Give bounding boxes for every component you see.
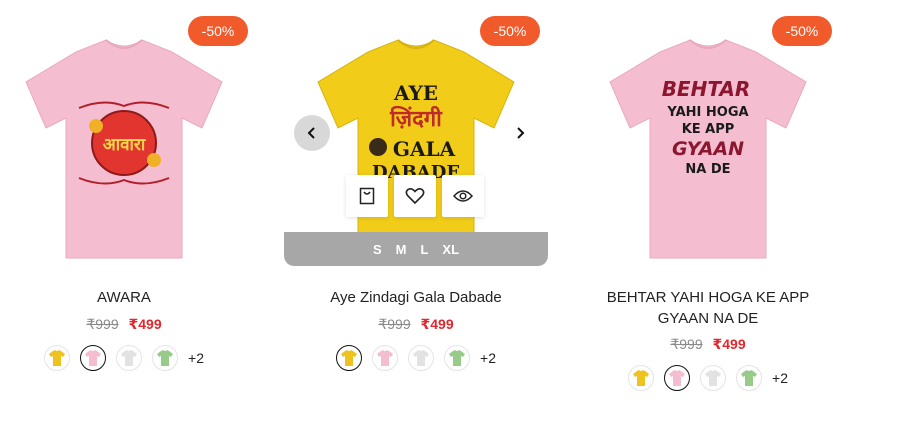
product-image[interactable]: AYE ज़िंदगी GALA DABADE <box>306 30 526 266</box>
color-swatches: +2 <box>576 365 840 391</box>
discount-badge: -50% <box>188 16 248 46</box>
sale-price: ₹499 <box>128 316 162 332</box>
print-line-3: KE APP <box>682 122 735 137</box>
print-line-5: NA DE <box>685 162 730 177</box>
product-title[interactable]: AWARA <box>0 287 256 308</box>
discount-badge: -50% <box>772 16 832 46</box>
price-row: ₹999 ₹499 <box>576 336 840 353</box>
product-card-aye-zindagi[interactable]: AYE ज़िंदगी GALA DABADE -50% S M L XL Ay… <box>284 0 548 427</box>
swatch-green[interactable] <box>444 345 471 371</box>
swatch-white[interactable] <box>408 345 435 371</box>
swatch-pink[interactable] <box>372 345 399 371</box>
eye-icon <box>453 190 473 202</box>
quick-view-button[interactable] <box>442 175 484 217</box>
color-swatches: +2 <box>284 345 548 371</box>
swatch-yellow[interactable] <box>336 345 363 371</box>
size-option-m[interactable]: M <box>396 242 407 257</box>
print-text: आवारा <box>103 135 146 155</box>
size-options-bar: S M L XL <box>284 232 548 266</box>
product-image-area[interactable]: BEHTAR YAHI HOGA KE APP GYAAN NA DE -50% <box>576 0 840 266</box>
tshirt-icon <box>121 350 138 366</box>
tshirt-icon <box>413 350 430 366</box>
more-colors-count[interactable]: +2 <box>188 350 204 366</box>
tshirt-icon <box>377 350 394 366</box>
chevron-left-icon <box>307 127 315 139</box>
add-to-cart-button[interactable] <box>346 175 388 217</box>
original-price: ₹999 <box>86 316 119 332</box>
product-title[interactable]: Aye Zindagi Gala Dabade <box>284 287 548 308</box>
swatch-green[interactable] <box>736 365 763 391</box>
product-image[interactable]: BEHTAR YAHI HOGA KE APP GYAAN NA DE <box>598 30 818 266</box>
tshirt-icon <box>741 370 758 386</box>
previous-image-button[interactable] <box>294 115 330 151</box>
tshirt-icon <box>705 370 722 386</box>
print-line-1: AYE <box>393 81 438 105</box>
next-image-button[interactable] <box>502 115 538 151</box>
more-colors-count[interactable]: +2 <box>480 350 496 366</box>
discount-badge: -50% <box>480 16 540 46</box>
color-swatches: +2 <box>0 345 256 371</box>
tshirt-icon <box>85 350 102 366</box>
swatch-pink[interactable] <box>80 345 107 371</box>
heart-icon <box>405 188 425 205</box>
tshirt-icon <box>633 370 650 386</box>
quick-actions <box>346 175 484 217</box>
wishlist-button[interactable] <box>394 175 436 217</box>
swatch-white[interactable] <box>700 365 727 391</box>
original-price: ₹999 <box>670 336 703 352</box>
print-line-2: ज़िंदगी <box>389 105 443 132</box>
sale-price: ₹499 <box>420 316 454 332</box>
price-row: ₹999 ₹499 <box>0 316 256 333</box>
swatch-yellow[interactable] <box>628 365 655 391</box>
tshirt-icon <box>341 350 358 366</box>
price-row: ₹999 ₹499 <box>284 316 548 333</box>
print-line-2: YAHI HOGA <box>666 105 748 120</box>
print-line-4: GYAAN <box>672 138 744 160</box>
original-price: ₹999 <box>378 316 411 332</box>
product-card-behtar-yahi-hoga[interactable]: BEHTAR YAHI HOGA KE APP GYAAN NA DE -50%… <box>576 0 840 427</box>
product-title[interactable]: BEHTAR YAHI HOGA KE APP GYAAN NA DE <box>576 287 840 329</box>
product-image[interactable]: आवारा <box>14 30 234 266</box>
print-line-1: BEHTAR <box>662 77 751 101</box>
tshirt-icon <box>49 350 66 366</box>
sale-price: ₹499 <box>712 336 746 352</box>
shopping-bag-icon <box>359 187 375 205</box>
swatch-yellow[interactable] <box>44 345 71 371</box>
size-option-s[interactable]: S <box>373 242 382 257</box>
tshirt-icon <box>157 350 174 366</box>
swatch-pink[interactable] <box>664 365 691 391</box>
swatch-white[interactable] <box>116 345 143 371</box>
print-line-3: GALA <box>393 137 456 161</box>
size-option-l[interactable]: L <box>420 242 428 257</box>
tshirt-icon <box>449 350 466 366</box>
chevron-right-icon <box>517 127 525 139</box>
tshirt-icon <box>669 370 686 386</box>
size-option-xl[interactable]: XL <box>442 242 459 257</box>
product-image-area[interactable]: आवारा -50% <box>0 0 256 266</box>
swatch-green[interactable] <box>152 345 179 371</box>
more-colors-count[interactable]: +2 <box>772 370 788 386</box>
product-card-awara[interactable]: आवारा -50% AWARA ₹999 ₹499 +2 <box>0 0 256 427</box>
product-image-area[interactable]: AYE ज़िंदगी GALA DABADE -50% S M L XL <box>284 0 548 266</box>
